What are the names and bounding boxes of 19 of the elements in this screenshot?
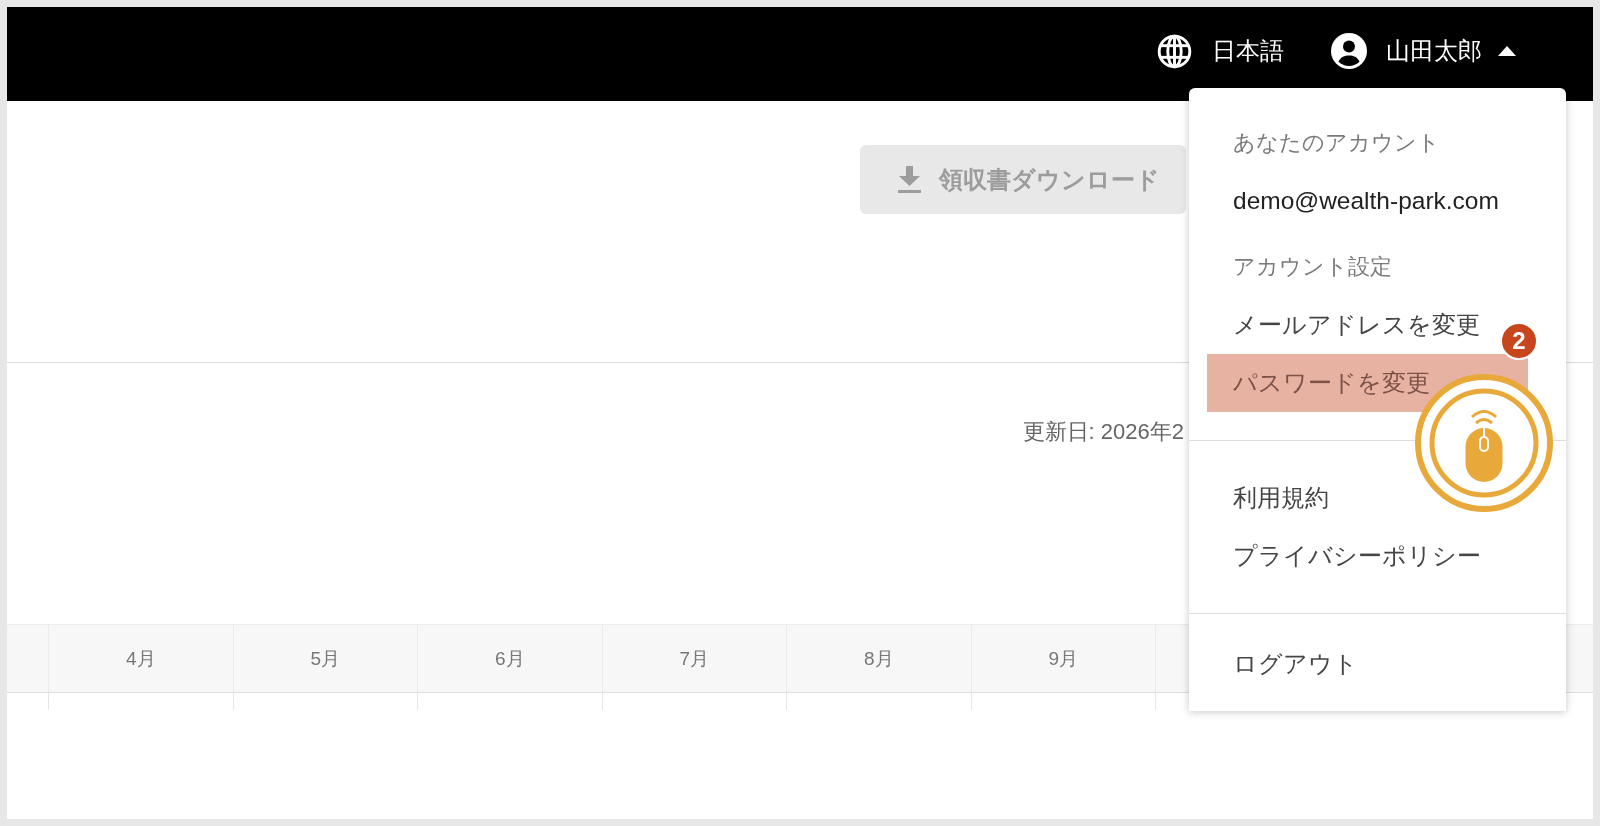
user-menu-button[interactable]: 山田太郎	[1331, 33, 1516, 69]
column-header: 7月	[679, 646, 710, 671]
menu-section-heading: アカウント設定	[1232, 253, 1393, 281]
column-header: 6月	[494, 646, 525, 671]
column-header: 8月	[863, 646, 894, 671]
menu-item[interactable]: メールアドレスを変更	[1207, 296, 1490, 354]
menu-item[interactable]: ログアウト	[1207, 635, 1368, 693]
updated-date-label: 更新日: 2026年2	[1022, 419, 1184, 445]
column-header: 4月	[125, 646, 156, 671]
user-icon	[1331, 33, 1367, 69]
download-icon	[897, 166, 922, 193]
column-header: 9月	[1048, 646, 1079, 671]
menu-item[interactable]: 利用規約	[1207, 469, 1339, 527]
menu-section-heading: あなたのアカウント	[1232, 129, 1441, 157]
menu-item[interactable]: プライバシーポリシー	[1207, 527, 1491, 585]
column-header: 5月	[310, 646, 341, 671]
globe-icon	[1157, 33, 1192, 69]
account-email: demo@wealth-park.com	[1232, 186, 1500, 216]
language-button[interactable]: 日本語	[1157, 33, 1284, 69]
